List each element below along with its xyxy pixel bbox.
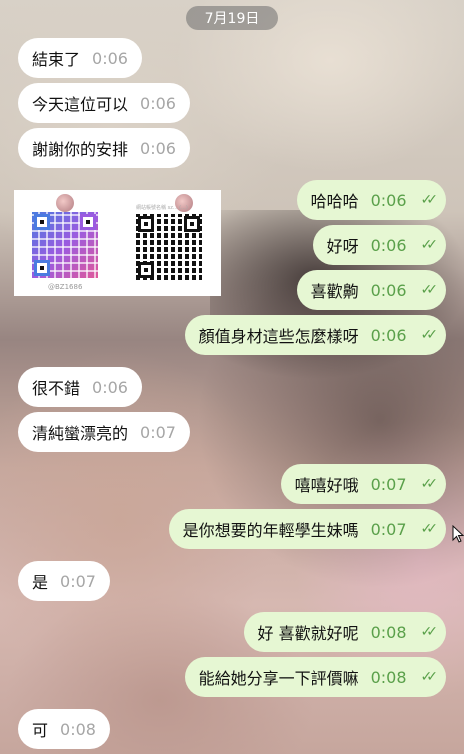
mouse-pointer-icon (452, 524, 464, 547)
message-incoming[interactable]: 是 0:07 (18, 561, 110, 601)
message-time: 0:06 (370, 325, 407, 345)
message-incoming[interactable]: 可 0:08 (18, 709, 110, 749)
message-outgoing[interactable]: 哈哈哈 0:06 ✓✓ (296, 180, 446, 220)
message-time: 0:06 (370, 190, 407, 210)
message-outgoing[interactable]: 好 喜歡就好呢 0:08 ✓✓ (243, 612, 446, 652)
message-text: 結束了 (32, 50, 81, 69)
qr-code-icon (32, 212, 98, 278)
message-time: 0:06 (92, 48, 128, 68)
message-text: 好 喜歡就好呢 (257, 624, 359, 643)
double-check-icon: ✓✓ (420, 282, 439, 298)
message-text: 是你想要的年輕學生妹嗎 (182, 521, 359, 540)
message-text: 可 (32, 721, 49, 740)
message-text: 能給她分享一下評價嘛 (198, 669, 359, 688)
double-check-icon: ✓✓ (420, 669, 439, 685)
message-text: 今天這位可以 (32, 95, 129, 114)
message-incoming[interactable]: 謝謝你的安排 0:06 (18, 128, 190, 168)
message-time: 0:06 (92, 377, 128, 397)
message-outgoing[interactable]: 嘻嘻好哦 0:07 ✓✓ (280, 464, 446, 504)
avatar (56, 194, 74, 212)
message-text: 好呀 (326, 237, 359, 256)
date-separator: 7月19日 (186, 6, 278, 30)
message-incoming[interactable]: 結束了 0:06 (18, 38, 142, 78)
message-outgoing[interactable]: 好呀 0:06 ✓✓ (312, 225, 446, 265)
message-time: 0:08 (370, 667, 407, 687)
message-time: 0:07 (60, 571, 96, 591)
message-time: 0:07 (370, 474, 407, 494)
qr-code-image-message[interactable]: @BZ1686 網站帳號名稱 sz... (...) (14, 190, 221, 296)
message-text: 哈哈哈 (310, 192, 359, 211)
double-check-icon: ✓✓ (420, 327, 439, 343)
message-text: 顏值身材這些怎麼樣呀 (198, 327, 359, 346)
message-outgoing[interactable]: 能給她分享一下評價嘛 0:08 ✓✓ (184, 657, 446, 697)
message-time: 0:06 (140, 138, 176, 158)
message-text: 是 (32, 573, 49, 592)
qr-caption: 網站帳號名稱 sz... (...) (136, 205, 188, 211)
message-outgoing[interactable]: 顏值身材這些怎麼樣呀 0:06 ✓✓ (184, 315, 446, 355)
double-check-icon: ✓✓ (420, 521, 439, 537)
double-check-icon: ✓✓ (420, 192, 439, 208)
double-check-icon: ✓✓ (420, 624, 439, 640)
message-outgoing[interactable]: 是你想要的年輕學生妹嗎 0:07 ✓✓ (168, 509, 446, 549)
message-outgoing[interactable]: 喜歡齁 0:06 ✓✓ (296, 270, 446, 310)
message-time: 0:07 (140, 422, 176, 442)
qr-id-text: @BZ1686 (48, 283, 83, 291)
message-text: 謝謝你的安排 (32, 140, 129, 159)
message-text: 很不錯 (32, 379, 81, 398)
message-time: 0:07 (370, 519, 407, 539)
message-time: 0:08 (60, 719, 96, 739)
message-time: 0:06 (140, 93, 176, 113)
message-incoming[interactable]: 今天這位可以 0:06 (18, 83, 190, 123)
qr-code-right: 網站帳號名稱 sz... (...) (118, 190, 221, 296)
message-time: 0:06 (370, 235, 407, 255)
message-time: 0:06 (370, 280, 407, 300)
message-time: 0:08 (370, 622, 407, 642)
double-check-icon: ✓✓ (420, 476, 439, 492)
message-incoming[interactable]: 清純蠻漂亮的 0:07 (18, 412, 190, 452)
double-check-icon: ✓✓ (420, 237, 439, 253)
message-text: 清純蠻漂亮的 (32, 424, 129, 443)
qr-code-icon (136, 214, 202, 280)
message-text: 喜歡齁 (310, 282, 359, 301)
message-text: 嘻嘻好哦 (294, 476, 359, 495)
qr-code-left: @BZ1686 (14, 190, 117, 296)
message-incoming[interactable]: 很不錯 0:06 (18, 367, 142, 407)
